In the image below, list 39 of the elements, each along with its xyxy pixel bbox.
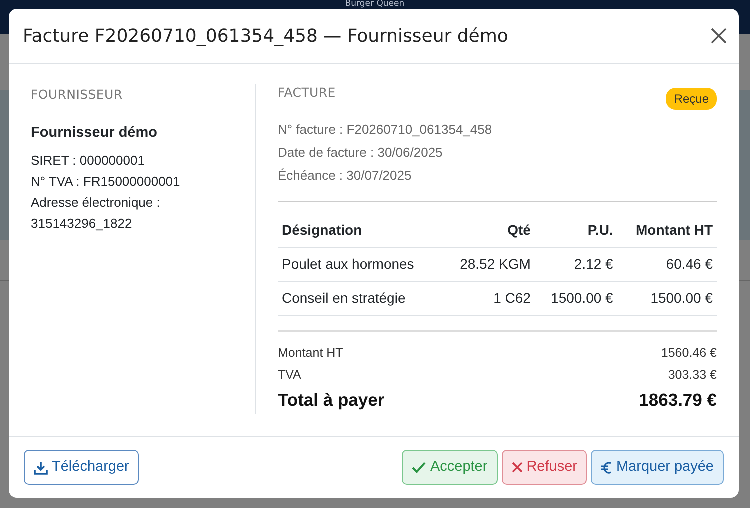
- total-value: 1863.79 €: [639, 389, 717, 412]
- check-icon: [412, 462, 426, 474]
- column-header: Qté: [442, 214, 535, 248]
- accept-button[interactable]: Accepter: [402, 450, 498, 486]
- total-label: Total à payer: [278, 389, 385, 412]
- supplier-detail: SIRET : 000000001: [31, 152, 146, 170]
- supplier-detail: N° TVA : FR15000000001: [31, 172, 182, 191]
- app-title: Burger Queen: [345, 0, 405, 9]
- supplier-detail: Adresse électronique : 315143296_1822: [31, 194, 162, 233]
- pay-button[interactable]: Marquer payée: [591, 450, 724, 486]
- section-heading: FOURNISSEUR: [31, 86, 124, 104]
- section-heading: FACTURE: [278, 84, 336, 102]
- x-icon: [512, 462, 523, 474]
- table-cell: 1500.00 €: [534, 282, 618, 316]
- close-icon[interactable]: [711, 28, 727, 44]
- table-cell: Conseil en stratégie: [278, 282, 442, 316]
- table-cell: 1 C62: [442, 282, 535, 316]
- subtotal-value: 303.33 €: [668, 367, 717, 384]
- table-cell: 2.12 €: [534, 248, 618, 282]
- table-cell: 1500.00 €: [617, 282, 717, 316]
- dialog-title: Facture F20260710_061354_458 — Fournisseur démo: [23, 24, 508, 49]
- table-cell: 28.52 KGM: [442, 248, 535, 282]
- subtotal-label: Montant HT: [278, 345, 344, 362]
- download-icon: [34, 460, 48, 475]
- table-cell: 60.46 €: [617, 248, 717, 282]
- subtotal-value: 1560.46 €: [661, 345, 717, 362]
- status-label: Reçue: [666, 88, 717, 110]
- euro-icon: [601, 460, 612, 475]
- supplier-name: Fournisseur démo: [31, 124, 158, 143]
- column-header: Montant HT: [617, 214, 717, 248]
- invoice-detail: N° facture : F20260710_061354_458: [278, 121, 494, 140]
- refuse-button[interactable]: Refuser: [502, 450, 588, 486]
- subtotal-label: TVA: [278, 367, 302, 384]
- invoice-detail: Échéance : 30/07/2025: [278, 167, 413, 186]
- column-header: P.U.: [534, 214, 618, 248]
- column-header: Désignation: [278, 214, 442, 248]
- invoice-detail: Date de facture : 30/06/2025: [278, 144, 444, 162]
- table-cell: Poulet aux hormones: [278, 248, 442, 282]
- download-button[interactable]: Télécharger: [24, 450, 140, 486]
